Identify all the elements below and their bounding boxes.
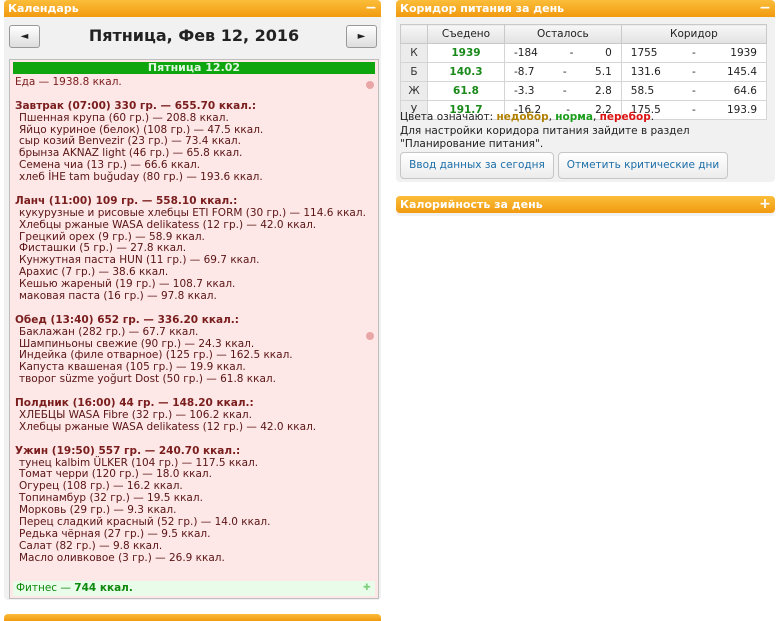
food-item[interactable]: Хлебцы ржаные WASA delikatess (12 гр.) —… <box>15 219 374 232</box>
corridor-max: 145.4 <box>726 66 757 78</box>
food-item[interactable]: творог süzme yoğurt Dost (50 гр.) — 61.8… <box>15 373 374 386</box>
food-item[interactable]: хлеб İHE tam buğuday (80 гр.) — 193.6 кк… <box>15 171 374 184</box>
calendar-date: Пятница, Фев 12, 2016 <box>88 26 300 45</box>
range-sep: - <box>691 85 696 97</box>
table-row: К 1939 -184-0 1755-1939 <box>400 43 768 63</box>
calendar-panel: Календарь − ◄ Пятница, Фев 12, 2016 ► Пя… <box>4 0 381 600</box>
corridor-panel: Коридор питания за день − Съедено Остало… <box>396 0 775 182</box>
corridor-header: Коридор питания за день − <box>396 0 775 17</box>
legend-over: перебор <box>599 111 651 123</box>
calorie-header[interactable]: Калорийность за день + <box>396 196 775 213</box>
left-min: -8.7 <box>514 66 535 78</box>
range-sep: - <box>569 47 574 59</box>
col-header: Коридор <box>620 24 768 44</box>
next-day-button[interactable]: ► <box>346 25 377 48</box>
mark-critical-days-button[interactable]: Отметить критические дни <box>558 152 728 179</box>
food-item[interactable]: Пшенная крупа (60 гр.) — 208.8 ккал. <box>15 112 374 125</box>
corridor-note-link: "Планирование питания". <box>400 138 544 150</box>
meal-header: Ланч (11:00) 109 гр. — 558.10 ккал.: <box>15 194 238 207</box>
eaten-value: 61.8 <box>427 81 505 101</box>
meal-header: Ужин (19:50) 557 гр. — 240.70 ккал.: <box>15 444 241 457</box>
calendar-header: Календарь − <box>4 0 381 17</box>
nutrient-key: Б <box>400 62 428 82</box>
food-item[interactable]: Масло оливковое (3 гр.) — 26.9 ккал. <box>15 552 374 565</box>
day-bar[interactable]: Пятница 12.02 <box>13 62 375 74</box>
col-header <box>400 24 428 44</box>
next-panel-header <box>4 614 381 621</box>
table-row: Ж 61.8 -3.3 - 2.8 58.5 - 64.6 <box>400 81 768 101</box>
corridor-range: 131.6 - 145.4 <box>620 62 768 82</box>
corridor-range: 1755 - 1939 <box>620 43 768 63</box>
corridor-range: 58.5 - 64.6 <box>620 81 768 101</box>
col-header: Осталось <box>504 24 622 44</box>
calorie-panel: Калорийность за день + <box>396 196 775 216</box>
food-item[interactable]: Салат (82 гр.) — 9.8 ккал. <box>15 540 374 553</box>
legend-under: недобор <box>496 111 549 123</box>
range-sep: - <box>562 66 567 78</box>
left-min: -3.3 <box>514 85 535 97</box>
nutrient-key: Ж <box>400 81 428 101</box>
col-header: Съедено <box>427 24 505 44</box>
left-max: 0 <box>605 47 612 59</box>
left-range: -8.7 - 5.1 <box>504 62 622 82</box>
eaten-value: 1939 <box>427 43 505 63</box>
food-item[interactable]: Баклажан (282 гр.) — 67.7 ккал. <box>15 326 374 339</box>
range-sep: - <box>691 66 696 78</box>
meal-header: Завтрак (07:00) 330 гр. — 655.70 ккал.: <box>15 99 257 112</box>
corridor-min: 131.6 <box>630 66 661 78</box>
left-range: -184 - 0 <box>504 43 622 63</box>
meal-header: Обед (13:40) 652 гр. — 336.20 ккал.: <box>15 313 239 326</box>
calorie-title: Калорийность за день <box>400 198 543 211</box>
expand-icon[interactable]: + <box>759 196 771 213</box>
left-range: -3.3 - 2.8 <box>504 81 622 101</box>
corridor-max: 193.9 <box>726 104 757 116</box>
food-item[interactable]: Редька чёрная (27 гр.) — 9.5 ккал. <box>15 528 374 541</box>
prev-day-button[interactable]: ◄ <box>9 25 40 48</box>
corridor-note: Для настройки коридора питания зайдите в… <box>400 125 690 137</box>
fitness-label: Фитнес — <box>16 582 75 594</box>
corridor-max: 64.6 <box>733 85 757 97</box>
legend-prefix: Цвета означают: <box>400 111 497 123</box>
color-legend: Цвета означают: недобор, норма, перебор. <box>400 111 655 123</box>
food-item[interactable]: кукурузные и рисовые хлебцы ETI FORM (30… <box>15 207 374 220</box>
food-list: Еда — 1938.8 ккал. Завтрак (07:00) 330 гр… <box>15 76 374 565</box>
fitness-icon[interactable]: ✚ <box>363 584 372 593</box>
fitness-value: 744 ккал. <box>74 582 133 594</box>
corridor-table: Съедено Осталось Коридор К 1939 -184-0 1755… <box>400 24 768 120</box>
food-item[interactable]: Хлебцы ржаные WASA delikatess (12 гр.) —… <box>15 421 374 434</box>
collapse-icon[interactable]: − <box>759 0 771 17</box>
corridor-min: 1755 <box>630 47 658 59</box>
range-sep: - <box>562 85 567 97</box>
table-row: Б 140.3 -8.7 - 5.1 131.6 - 145.4 <box>400 62 768 82</box>
food-item[interactable]: маковая паста (16 гр.) — 97.8 ккал. <box>15 290 374 303</box>
corridor-title: Коридор питания за день <box>400 2 565 15</box>
table-header-row: Съедено Осталось Коридор <box>400 24 768 44</box>
corridor-max: 1939 <box>730 47 757 59</box>
fitness-line: Фитнес — 744 ккал. ✚ <box>13 581 375 596</box>
left-max: 2.8 <box>595 85 612 97</box>
eaten-value: 140.3 <box>427 62 505 82</box>
legend-norm: норма <box>555 111 593 123</box>
left-min: -184 <box>514 47 538 59</box>
day-entries: Пятница 12.02 Еда — 1938.8 ккал. Завтрак … <box>9 59 379 599</box>
range-sep: - <box>691 104 696 116</box>
collapse-icon[interactable]: − <box>365 0 377 17</box>
range-sep: - <box>691 47 696 59</box>
corridor-min: 58.5 <box>630 85 655 97</box>
enter-today-button[interactable]: Ввод данных за сегодня <box>400 152 554 179</box>
left-max: 5.1 <box>595 66 612 78</box>
calendar-title: Календарь <box>8 2 79 15</box>
food-total: Еда — 1938.8 ккал. <box>15 76 122 88</box>
nutrient-key: К <box>400 43 428 63</box>
